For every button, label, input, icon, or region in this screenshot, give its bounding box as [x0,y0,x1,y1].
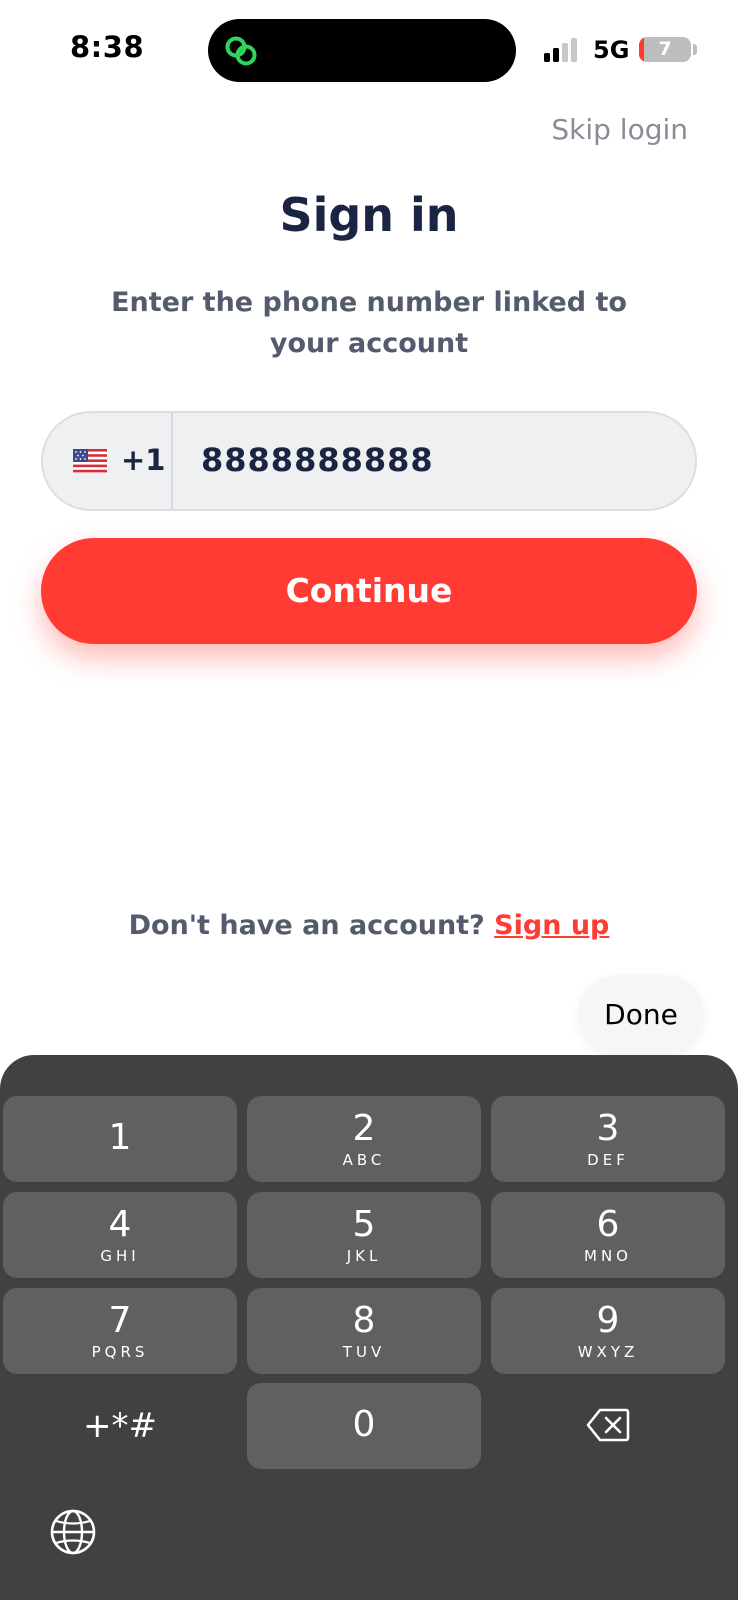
us-flag-icon [73,449,107,473]
signup-link[interactable]: Sign up [494,910,609,941]
link-rings-icon [225,36,257,66]
key-letters: WXYZ [577,1343,639,1361]
phone-number-field[interactable]: +1 8888888888 [41,411,697,511]
key-8[interactable]: 8 TUV [247,1288,481,1374]
globe-icon[interactable] [49,1508,97,1556]
key-digit: 4 [108,1204,132,1245]
signup-row: Don't have an account? Sign up [0,910,738,941]
key-digit: 3 [596,1108,620,1149]
key-5[interactable]: 5 JKL [247,1192,481,1278]
key-0[interactable]: 0 [247,1383,481,1469]
key-letters: GHI [100,1247,140,1265]
key-digit: 8 [352,1300,376,1341]
battery-icon: 7 [639,37,691,62]
country-code-selector[interactable]: +1 [43,413,173,509]
status-time: 8:38 [70,30,145,64]
signup-prompt: Don't have an account? [128,910,485,941]
continue-button[interactable]: Continue [41,538,697,644]
key-1[interactable]: 1 [3,1096,237,1182]
key-digit: 7 [108,1300,132,1341]
key-9[interactable]: 9 WXYZ [491,1288,725,1374]
battery-cap [693,44,697,55]
page-subtitle: Enter the phone number linked to your ac… [111,287,627,359]
skip-login-link[interactable]: Skip login [551,113,688,146]
backspace-icon [586,1408,630,1442]
key-digit: 5 [352,1204,376,1245]
key-7[interactable]: 7 PQRS [3,1288,237,1374]
key-letters: TUV [342,1343,386,1361]
dial-code: +1 [121,443,166,477]
key-letters: PQRS [91,1343,149,1361]
key-2[interactable]: 2 ABC [247,1096,481,1182]
sign-in-screen: 8:38 5G 7 Skip login Sign in Enter the p… [0,0,738,1600]
phone-number-input[interactable]: 8888888888 [201,441,434,479]
key-letters: DEF [587,1151,629,1169]
symbols-key[interactable]: +*# [3,1383,237,1469]
page-title: Sign in [279,188,459,242]
key-digit: 6 [596,1204,620,1245]
key-letters: MNO [584,1247,632,1265]
signal-icon [544,38,577,62]
key-4[interactable]: 4 GHI [3,1192,237,1278]
key-6[interactable]: 6 MNO [491,1192,725,1278]
dynamic-island[interactable] [208,19,516,82]
network-label: 5G [593,36,630,64]
key-digit: 0 [352,1404,376,1445]
backspace-key[interactable] [491,1383,725,1469]
key-digit: 9 [596,1300,620,1341]
key-digit: 2 [352,1108,376,1149]
done-button[interactable]: Done [578,975,704,1055]
key-digit: 1 [108,1117,132,1158]
key-3[interactable]: 3 DEF [491,1096,725,1182]
battery-level: 7 [658,38,672,60]
key-letters: JKL [346,1247,382,1265]
key-letters: ABC [342,1151,386,1169]
